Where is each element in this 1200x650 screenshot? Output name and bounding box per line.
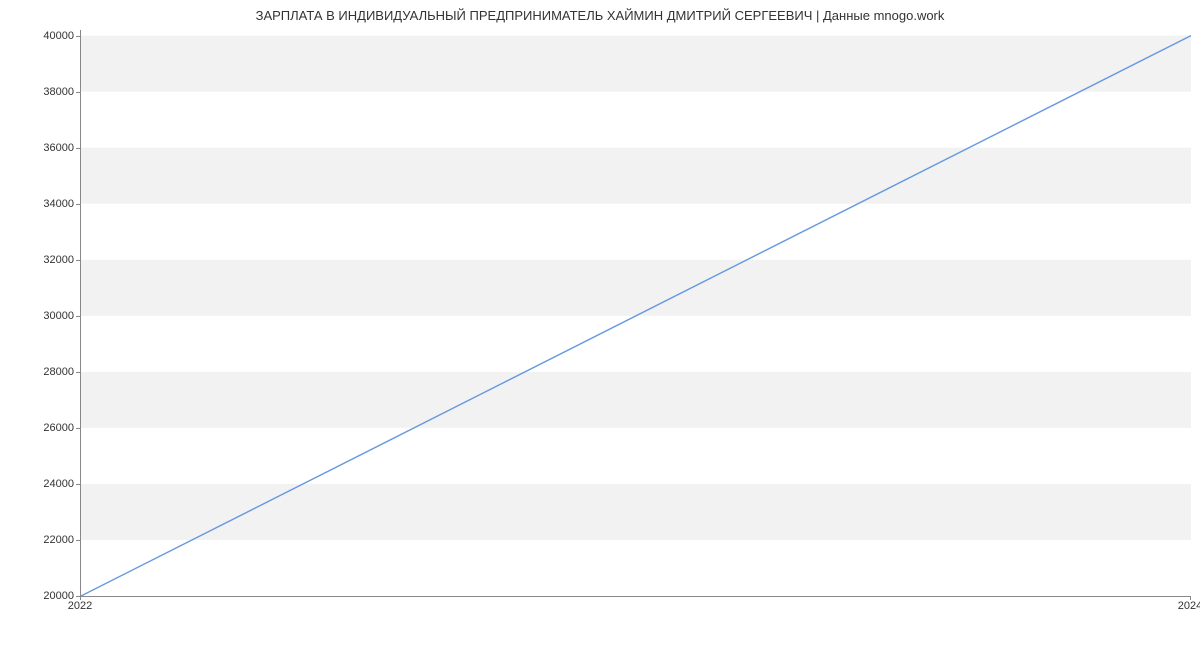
chart-title: ЗАРПЛАТА В ИНДИВИДУАЛЬНЫЙ ПРЕДПРИНИМАТЕЛ…	[0, 8, 1200, 23]
y-tick-mark	[76, 92, 80, 93]
y-tick-label: 30000	[24, 310, 74, 322]
y-tick-mark	[76, 540, 80, 541]
x-tick-label: 2024	[1178, 600, 1200, 612]
y-tick-mark	[76, 204, 80, 205]
y-tick-mark	[76, 148, 80, 149]
y-tick-label: 36000	[24, 142, 74, 154]
x-tick-mark	[1190, 596, 1191, 600]
chart-svg	[81, 30, 1191, 596]
grid-band	[81, 36, 1191, 92]
y-tick-label: 40000	[24, 30, 74, 42]
y-tick-label: 32000	[24, 254, 74, 266]
y-tick-label: 28000	[24, 366, 74, 378]
y-tick-mark	[76, 428, 80, 429]
y-tick-label: 20000	[24, 590, 74, 602]
y-tick-mark	[76, 484, 80, 485]
grid-band	[81, 148, 1191, 204]
grid-band	[81, 260, 1191, 316]
x-tick-mark	[80, 596, 81, 600]
plot-area	[80, 30, 1191, 597]
y-tick-label: 22000	[24, 534, 74, 546]
grid-band	[81, 372, 1191, 428]
y-tick-mark	[76, 372, 80, 373]
y-tick-label: 38000	[24, 86, 74, 98]
y-tick-label: 26000	[24, 422, 74, 434]
y-tick-label: 34000	[24, 198, 74, 210]
y-tick-mark	[76, 260, 80, 261]
y-tick-mark	[76, 36, 80, 37]
y-tick-label: 24000	[24, 478, 74, 490]
y-tick-mark	[76, 316, 80, 317]
x-tick-label: 2022	[68, 600, 92, 612]
